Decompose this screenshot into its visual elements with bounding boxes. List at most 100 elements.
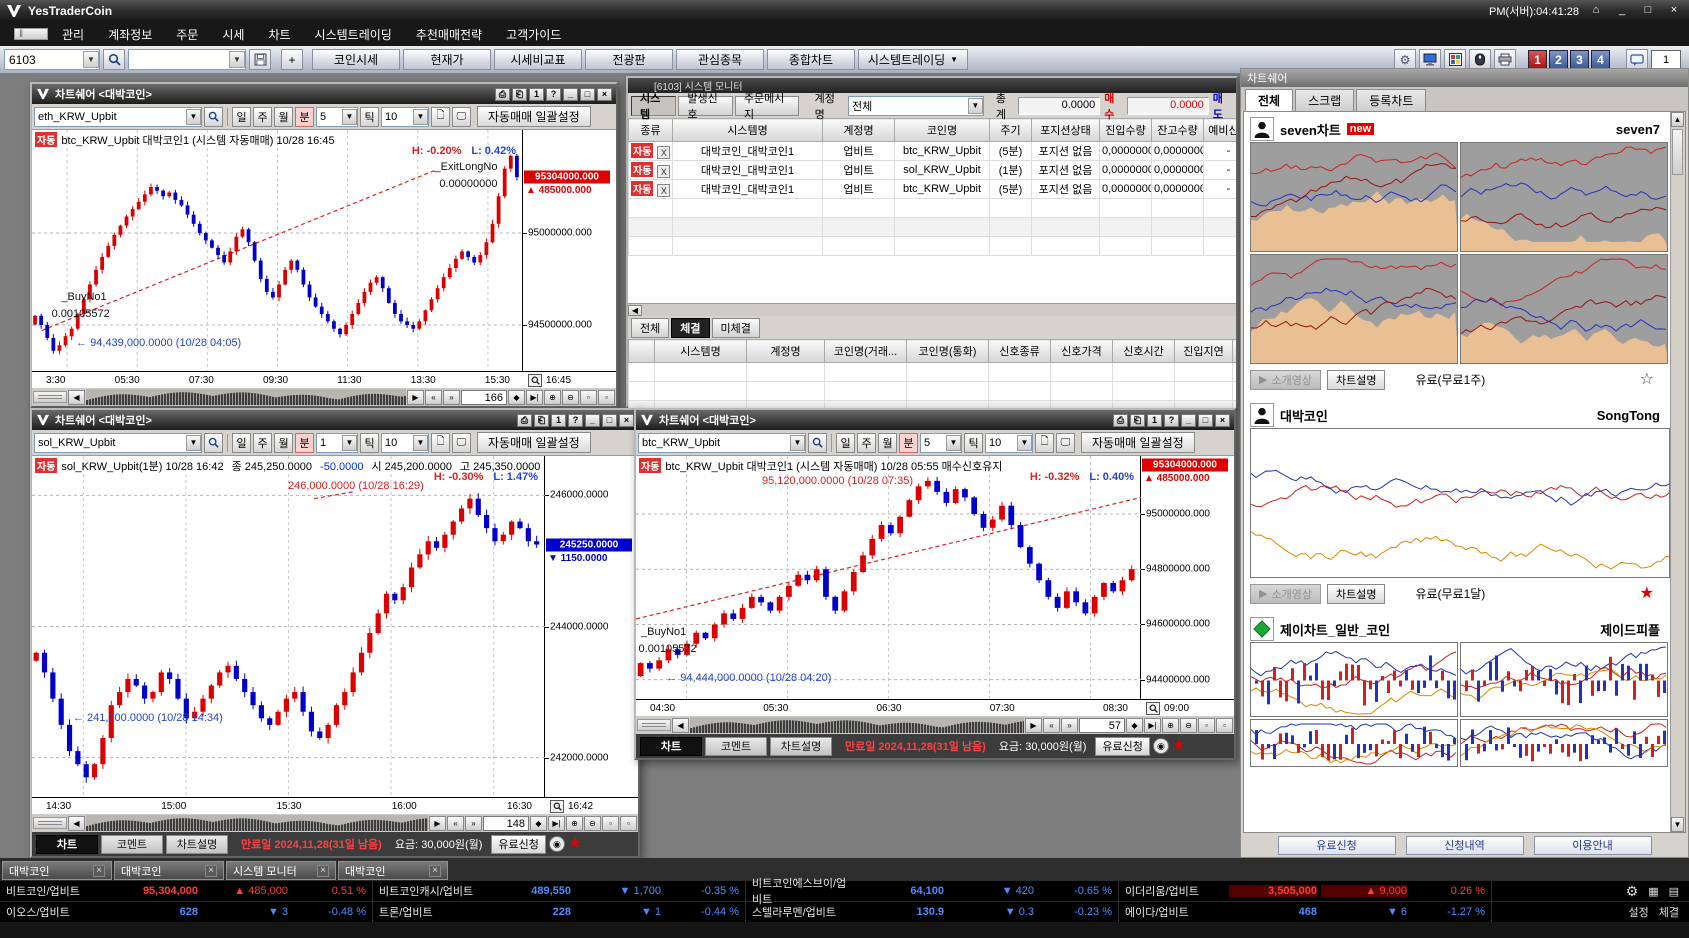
scroll-right-icon[interactable]: ▶: [1025, 718, 1042, 733]
axis-zoom-button[interactable]: [550, 800, 564, 813]
window-icon-⎗[interactable]: ⎗: [534, 414, 549, 427]
zoom-out-icon[interactable]: ⊖: [1180, 718, 1197, 733]
chart-plot-area[interactable]: 자동btc_KRW_Upbit 대박코인1 (시스템 자동매매) 10/28 0…: [636, 456, 1141, 699]
footer-tab-차트[interactable]: 차트: [36, 835, 98, 854]
period-button-월[interactable]: 월: [274, 433, 293, 453]
scroll-down-icon[interactable]: ▼: [1671, 817, 1684, 832]
system-hscrollbar[interactable]: ◀: [628, 303, 1236, 316]
menu-item-추천매매전략[interactable]: 추천매매전략: [416, 26, 482, 43]
fills-col[interactable]: [629, 340, 655, 363]
screen-slot-3[interactable]: 3: [1570, 50, 1589, 69]
system-col-종류[interactable]: 종류: [629, 119, 673, 142]
document-tab-대박코인[interactable]: 대박코인×: [338, 861, 448, 880]
window-icon-⎗[interactable]: ⎗: [512, 88, 527, 101]
fills-col[interactable]: 신호종류: [989, 340, 1051, 363]
zoom-in-icon[interactable]: ⊕: [1162, 718, 1179, 733]
period-button-일[interactable]: 일: [232, 107, 251, 127]
period-button-분[interactable]: 분: [899, 433, 918, 453]
close-button[interactable]: ×: [1215, 414, 1230, 427]
ticker-item-이더리움/업비트[interactable]: 이더리움/업비트3,505,000▲ 9,0000.26 %: [1119, 881, 1492, 901]
center-icon[interactable]: ◆: [530, 816, 547, 831]
screen-slot-1[interactable]: 1: [1528, 50, 1547, 69]
zoom-out-icon[interactable]: ⊖: [562, 390, 579, 405]
symbol-combo[interactable]: sol_KRW_Upbit▼: [34, 433, 202, 453]
mini-panel-icon[interactable]: ▦: [1648, 885, 1658, 898]
window-icon-⎙[interactable]: ⎙: [1113, 414, 1128, 427]
ticker-item-비트코인/업비트[interactable]: 비트코인/업비트95,304,000▲ 485,0000.51 %: [0, 881, 373, 901]
chevron-down-icon[interactable]: ▼: [968, 98, 983, 114]
mouse-settings-button[interactable]: [1469, 49, 1491, 70]
fills-tab-미체결[interactable]: 미체결: [712, 318, 760, 338]
settings-button[interactable]: ⚙: [1394, 49, 1416, 70]
window-icon-1[interactable]: 1: [1147, 414, 1162, 427]
footer-tab-차트[interactable]: 차트: [640, 737, 702, 756]
system-row[interactable]: 자동X대박코인_대박코인1업비트sol_KRW_Upbit(1분)포지션 없음0…: [629, 161, 1237, 180]
scroll-up-icon[interactable]: ▲: [1671, 112, 1684, 127]
tool-icon[interactable]: ▫: [1198, 718, 1215, 733]
system-col-시스템명[interactable]: 시스템명: [673, 119, 823, 142]
chart-desc-button[interactable]: 차트설명: [1327, 584, 1385, 604]
delete-x-button[interactable]: X: [657, 146, 670, 159]
chart-thumbnail[interactable]: [1460, 142, 1668, 252]
zoom-in-icon[interactable]: ⊕: [566, 816, 583, 831]
window-icon-?[interactable]: ?: [546, 88, 561, 101]
new-chart-icon-button[interactable]: 🗋: [1035, 433, 1054, 453]
chart-card-제이차트_일반_코인[interactable]: 제이차트_일반_코인제이드피플: [1250, 616, 1668, 767]
menu-item-계좌정보[interactable]: 계좌정보: [108, 26, 152, 43]
new-chart-icon-button[interactable]: 🗋: [431, 433, 450, 453]
search-button[interactable]: [103, 49, 125, 70]
intro-video-button[interactable]: ▶소개영상: [1250, 584, 1321, 604]
tool-icon[interactable]: ▫: [602, 816, 619, 831]
fills-col[interactable]: 진입지연: [1175, 340, 1233, 363]
toolbar-button-관심종목[interactable]: 관심종목: [676, 49, 764, 70]
bar-count-box[interactable]: 148: [483, 816, 529, 831]
maximize-button[interactable]: □: [602, 414, 617, 427]
close-button[interactable]: ×: [597, 88, 612, 101]
ticker-item-비트코인캐시/업비트[interactable]: 비트코인캐시/업비트489,550▼ 1,700-0.35 %: [373, 881, 746, 901]
tick-value-combo[interactable]: 10▼: [381, 433, 429, 453]
chevron-down-icon[interactable]: ▼: [83, 51, 99, 68]
tool-icon[interactable]: ▫: [1216, 718, 1233, 733]
sidebar-tab-등록차트[interactable]: 등록차트: [1356, 89, 1426, 111]
scroll-left-icon[interactable]: ◀: [68, 816, 85, 831]
symbol-search-button[interactable]: [204, 433, 223, 453]
page-right-icon[interactable]: »: [465, 816, 482, 831]
auto-trade-batch-button[interactable]: 자동매매 일괄설정: [477, 432, 591, 453]
center-icon[interactable]: ◆: [1126, 718, 1143, 733]
paid-apply-button[interactable]: 유료신청: [491, 835, 545, 854]
chart-thumbnail[interactable]: [1250, 254, 1458, 364]
auto-trade-batch-button[interactable]: 자동매매 일괄설정: [1081, 432, 1195, 453]
minimize-button[interactable]: _: [1613, 4, 1631, 19]
chevron-down-icon[interactable]: ▼: [342, 435, 357, 451]
axis-zoom-button[interactable]: [1146, 702, 1160, 715]
symbol-combo[interactable]: eth_KRW_Upbit▼: [34, 107, 202, 127]
chart-desc-button[interactable]: 차트설명: [1327, 370, 1385, 390]
window-icon-?[interactable]: ?: [568, 414, 583, 427]
tick-label-button[interactable]: 틱: [360, 107, 379, 127]
scrollbar-grip[interactable]: [637, 719, 671, 731]
document-tab-시스템 모니터[interactable]: 시스템 모니터×: [226, 861, 336, 880]
sidebar-button-이용안내[interactable]: 이용안내: [1534, 836, 1652, 855]
period-button-일[interactable]: 일: [836, 433, 855, 453]
sidebar-tab-전체[interactable]: 전체: [1245, 89, 1293, 111]
chart-style-icon-button[interactable]: 🖵: [1056, 433, 1075, 453]
page-left-icon[interactable]: «: [447, 816, 464, 831]
window-icon-1[interactable]: 1: [529, 88, 544, 101]
close-icon[interactable]: ×: [429, 865, 441, 877]
chart-card-대박코인[interactable]: 대박코인SongTong▶소개영상차트설명유료(무료1달)★: [1250, 402, 1668, 606]
favorite-star-icon[interactable]: ★: [1640, 586, 1654, 602]
print-button[interactable]: [1494, 49, 1516, 70]
chevron-down-icon[interactable]: ▼: [342, 109, 357, 125]
fills-col[interactable]: 신호가격: [1051, 340, 1113, 363]
ticker-체결-button[interactable]: 체결: [1659, 904, 1679, 920]
axis-zoom-button[interactable]: [528, 374, 542, 387]
save-button[interactable]: [249, 49, 271, 70]
menu-item-주문[interactable]: 주문: [176, 26, 198, 43]
ticker-item-이오스/업비트[interactable]: 이오스/업비트628▼ 3-0.48 %: [0, 902, 373, 922]
chevron-down-icon[interactable]: ▼: [1017, 435, 1032, 451]
chevron-down-icon[interactable]: ▼: [186, 435, 201, 451]
symbol-search-button[interactable]: [808, 433, 827, 453]
favorite-star-icon[interactable]: ★: [1172, 738, 1186, 754]
auto-trade-batch-button[interactable]: 자동매매 일괄설정: [477, 106, 591, 127]
delete-x-button[interactable]: X: [657, 184, 670, 197]
